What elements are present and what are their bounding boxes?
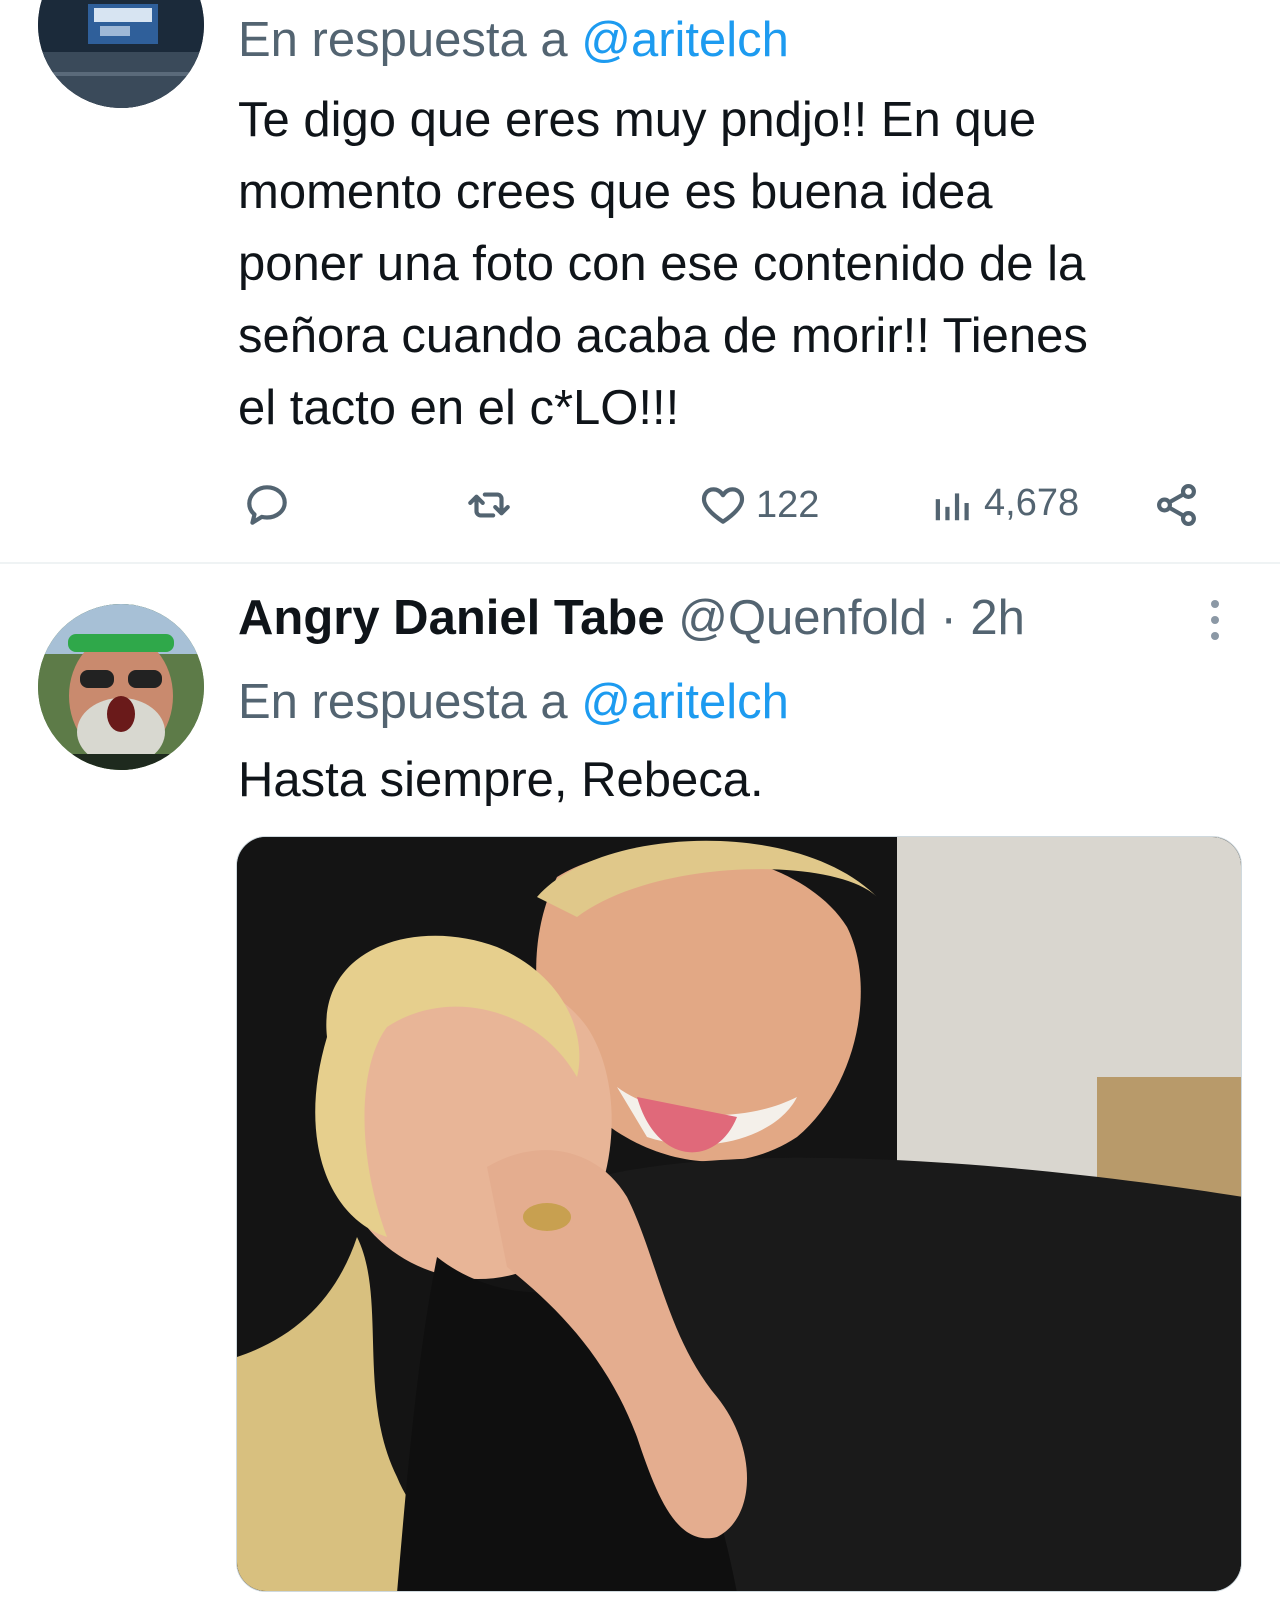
reply-to-line: En respuesta a @aritelch: [238, 12, 789, 68]
tweet-2[interactable]: Angry Daniel Tabe @Quenfold · 2h En resp…: [0, 564, 1280, 1600]
like-button[interactable]: 122: [698, 480, 819, 530]
photo-image: [237, 837, 1241, 1591]
reply-icon: [247, 485, 287, 525]
share-icon: [1157, 483, 1196, 527]
tweet-text-line: momento crees que es buena idea: [238, 165, 993, 219]
stadium-avatar-image: [38, 0, 204, 108]
heart-icon: [701, 487, 745, 524]
reply-to-line: En respuesta a @aritelch: [238, 674, 789, 730]
separator-dot: ·: [940, 591, 971, 645]
views-button[interactable]: 4,678: [930, 478, 1079, 528]
reply-button[interactable]: [242, 480, 292, 530]
tweet-text: Te digo que eres muy pndjo!! En que mome…: [238, 84, 1238, 444]
retweet-button[interactable]: [464, 480, 514, 530]
display-name[interactable]: Angry Daniel Tabe: [238, 591, 665, 645]
tweet-1[interactable]: En respuesta a @aritelch Te digo que ere…: [0, 0, 1280, 562]
tweet-photo[interactable]: [236, 836, 1242, 1592]
views-chart-icon: [935, 493, 969, 521]
share-button[interactable]: [1152, 480, 1202, 530]
action-bar: 122 4,678: [0, 474, 1280, 538]
avatar[interactable]: [38, 0, 204, 108]
reply-to-prefix: En respuesta a: [238, 675, 582, 729]
retweet-icon: [468, 492, 510, 518]
more-vertical-icon[interactable]: [1208, 600, 1222, 646]
tweet-text-line: el tacto en el c*LO!!!: [238, 381, 680, 435]
views-count: 4,678: [984, 481, 1080, 524]
user-handle[interactable]: @Quenfold: [678, 591, 940, 645]
bearded-man-avatar-image: [38, 604, 204, 770]
like-count: 122: [756, 483, 820, 526]
tweet-header: Angry Daniel Tabe @Quenfold · 2h: [238, 590, 1025, 646]
tweet-text-line: poner una foto con ese contenido de la: [238, 237, 1086, 291]
reply-to-prefix: En respuesta a: [238, 13, 582, 67]
tweet-text-line: Te digo que eres muy pndjo!! En que: [238, 93, 1037, 147]
timestamp[interactable]: 2h: [970, 591, 1025, 645]
reply-to-mention[interactable]: @aritelch: [581, 13, 789, 67]
reply-to-mention[interactable]: @aritelch: [581, 675, 789, 729]
tweet-text: Hasta siempre, Rebeca.: [238, 753, 764, 807]
tweet-text-line: señora cuando acaba de morir!! Tienes: [238, 309, 1088, 363]
avatar[interactable]: [38, 604, 204, 770]
